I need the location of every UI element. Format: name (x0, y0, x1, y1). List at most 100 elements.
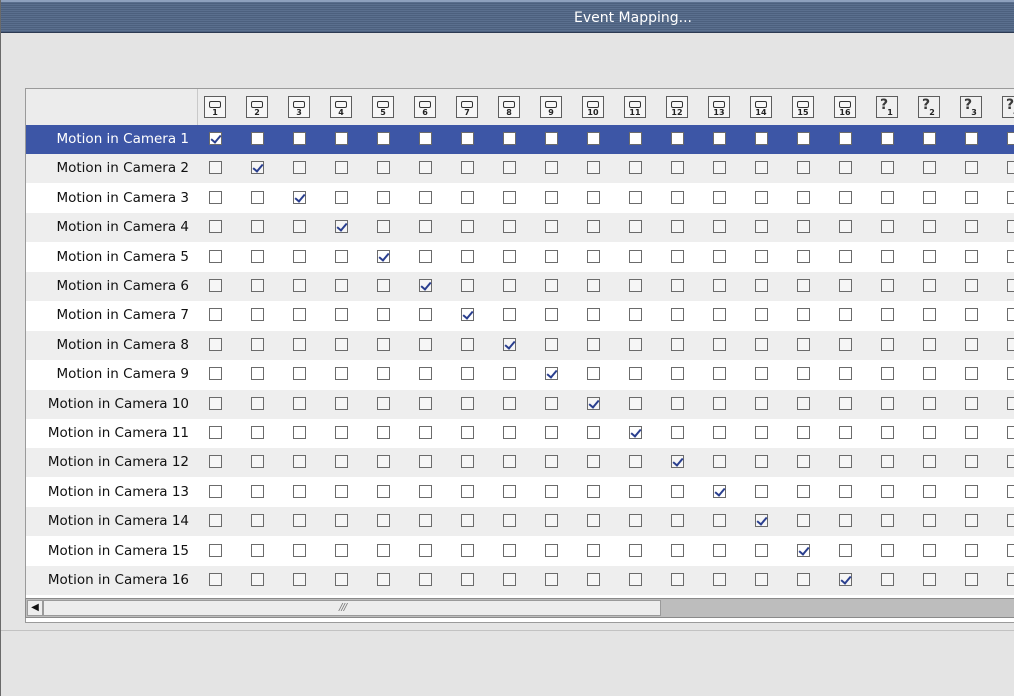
event-checkbox[interactable] (629, 337, 642, 351)
event-checkbox[interactable] (839, 190, 852, 204)
event-checkbox[interactable] (251, 337, 264, 351)
event-checkbox[interactable] (587, 396, 600, 410)
table-row[interactable]: Motion in Camera 5 (26, 243, 1014, 272)
event-checkbox[interactable] (545, 161, 558, 175)
event-checkbox[interactable] (293, 396, 306, 410)
event-checkbox[interactable] (461, 455, 474, 469)
event-checkbox[interactable] (503, 132, 516, 145)
event-checkbox[interactable] (629, 367, 642, 381)
event-checkbox[interactable] (461, 132, 474, 145)
event-checkbox[interactable] (629, 396, 642, 410)
event-checkbox[interactable] (419, 573, 432, 586)
event-checkbox[interactable] (335, 484, 348, 498)
event-checkbox[interactable] (335, 396, 348, 410)
event-checkbox[interactable] (839, 249, 852, 263)
event-checkbox[interactable] (797, 367, 810, 381)
event-checkbox[interactable] (545, 249, 558, 263)
event-checkbox[interactable] (713, 573, 726, 586)
event-checkbox[interactable] (881, 543, 894, 557)
event-checkbox[interactable] (503, 279, 516, 292)
event-checkbox[interactable] (587, 455, 600, 469)
event-checkbox[interactable] (251, 220, 264, 234)
event-checkbox[interactable] (965, 220, 978, 234)
event-checkbox[interactable] (797, 249, 810, 263)
event-checkbox[interactable] (377, 337, 390, 351)
event-checkbox[interactable] (587, 543, 600, 557)
event-checkbox[interactable] (923, 426, 936, 439)
event-checkbox[interactable] (419, 132, 432, 145)
event-checkbox[interactable] (839, 543, 852, 557)
event-checkbox[interactable] (839, 367, 852, 381)
event-checkbox[interactable] (839, 220, 852, 234)
event-checkbox[interactable] (797, 279, 810, 292)
event-checkbox[interactable] (713, 132, 726, 145)
event-checkbox[interactable] (839, 514, 852, 528)
event-checkbox[interactable] (629, 161, 642, 175)
event-checkbox[interactable] (587, 484, 600, 498)
table-row[interactable]: Motion in Camera 6 (26, 272, 1014, 301)
event-checkbox[interactable] (335, 132, 348, 145)
event-checkbox[interactable] (923, 337, 936, 351)
event-checkbox[interactable] (503, 190, 516, 204)
event-checkbox[interactable] (839, 484, 852, 498)
event-checkbox[interactable] (797, 220, 810, 234)
event-checkbox[interactable] (881, 426, 894, 439)
table-row[interactable]: Motion in Camera 4 (26, 213, 1014, 243)
event-checkbox[interactable] (587, 220, 600, 234)
event-checkbox[interactable] (839, 396, 852, 410)
table-row[interactable]: Motion in Camera 2 (26, 154, 1014, 184)
event-checkbox[interactable] (1007, 337, 1014, 351)
event-checkbox[interactable] (923, 220, 936, 234)
event-checkbox[interactable] (671, 367, 684, 381)
event-checkbox[interactable] (461, 220, 474, 234)
event-checkbox[interactable] (251, 455, 264, 469)
event-checkbox[interactable] (503, 220, 516, 234)
event-checkbox[interactable] (377, 573, 390, 586)
event-checkbox[interactable] (209, 426, 222, 439)
event-checkbox[interactable] (965, 455, 978, 469)
event-checkbox[interactable] (587, 249, 600, 263)
event-checkbox[interactable] (629, 573, 642, 586)
event-checkbox[interactable] (377, 161, 390, 175)
event-checkbox[interactable] (965, 543, 978, 557)
event-checkbox[interactable] (797, 455, 810, 469)
event-checkbox[interactable] (335, 220, 348, 234)
table-row[interactable]: Motion in Camera 15 (26, 537, 1014, 566)
table-row[interactable]: Motion in Camera 9 (26, 360, 1014, 389)
event-checkbox[interactable] (1007, 161, 1014, 175)
event-checkbox[interactable] (713, 514, 726, 528)
event-checkbox[interactable] (461, 396, 474, 410)
event-checkbox[interactable] (1007, 249, 1014, 263)
event-checkbox[interactable] (923, 308, 936, 322)
event-checkbox[interactable] (839, 308, 852, 322)
event-checkbox[interactable] (377, 279, 390, 292)
event-checkbox[interactable] (629, 279, 642, 292)
event-checkbox[interactable] (839, 426, 852, 439)
event-checkbox[interactable] (629, 543, 642, 557)
event-checkbox[interactable] (461, 543, 474, 557)
event-checkbox[interactable] (251, 132, 264, 145)
event-checkbox[interactable] (293, 455, 306, 469)
event-checkbox[interactable] (671, 573, 684, 586)
event-checkbox[interactable] (377, 220, 390, 234)
event-checkbox[interactable] (881, 220, 894, 234)
event-checkbox[interactable] (881, 190, 894, 204)
event-checkbox[interactable] (755, 543, 768, 557)
event-checkbox[interactable] (881, 132, 894, 145)
event-checkbox[interactable] (629, 514, 642, 528)
event-checkbox[interactable] (755, 396, 768, 410)
event-checkbox[interactable] (755, 514, 768, 528)
event-checkbox[interactable] (335, 426, 348, 439)
event-checkbox[interactable] (671, 308, 684, 322)
event-checkbox[interactable] (755, 426, 768, 439)
event-checkbox[interactable] (671, 279, 684, 292)
event-checkbox[interactable] (1007, 426, 1014, 439)
event-checkbox[interactable] (713, 367, 726, 381)
event-checkbox[interactable] (587, 337, 600, 351)
event-checkbox[interactable] (923, 190, 936, 204)
event-checkbox[interactable] (755, 367, 768, 381)
event-checkbox[interactable] (293, 514, 306, 528)
event-checkbox[interactable] (923, 396, 936, 410)
event-checkbox[interactable] (209, 279, 222, 292)
event-checkbox[interactable] (1007, 190, 1014, 204)
